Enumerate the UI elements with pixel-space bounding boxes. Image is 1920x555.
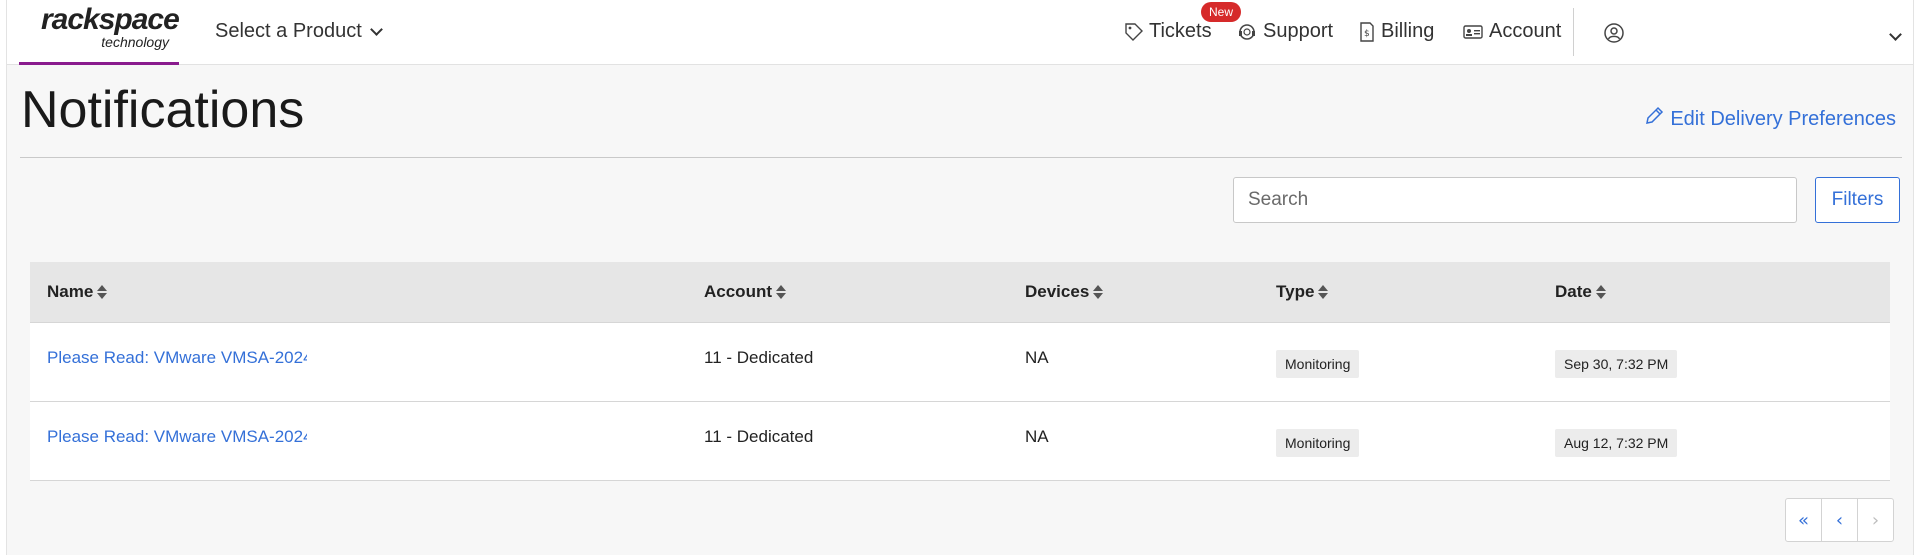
sort-icon	[1595, 284, 1606, 300]
sort-icon	[1318, 284, 1329, 300]
table-header-row: Name Account Devices Type Date	[30, 262, 1890, 323]
sort-icon	[97, 284, 108, 300]
column-header-devices[interactable]: Devices	[1008, 262, 1259, 323]
edit-delivery-preferences-link[interactable]: Edit Delivery Preferences	[1644, 106, 1896, 132]
headset-icon	[1237, 22, 1257, 42]
notification-name-link[interactable]: Please Read: VMware VMSA-2024	[47, 348, 307, 368]
account-cell: 11 - Dedicated	[704, 347, 814, 367]
nav-support[interactable]: Support	[1237, 20, 1333, 43]
nav-support-label: Support	[1263, 20, 1334, 42]
top-nav: rackspace technology Select a Product Ne…	[7, 0, 1913, 65]
column-header-account[interactable]: Account	[687, 262, 1008, 323]
nav-account-label: Account	[1489, 20, 1562, 42]
table-row: Please Read: VMware VMSA-2024 11 - Dedic…	[30, 322, 1890, 402]
nav-billing[interactable]: $ Billing	[1359, 20, 1434, 43]
user-menu-chevron-icon[interactable]	[1889, 26, 1902, 44]
logo-wordmark: rackspace	[41, 3, 180, 36]
ticket-icon	[1125, 22, 1143, 41]
new-badge: New	[1201, 2, 1242, 22]
divider	[20, 157, 1902, 158]
notification-name-link[interactable]: Please Read: VMware VMSA-2024	[47, 427, 307, 447]
nav-tickets-label: Tickets	[1149, 20, 1212, 42]
devices-cell: NA	[1025, 426, 1049, 446]
nav-billing-label: Billing	[1381, 20, 1435, 42]
pencil-icon	[1644, 106, 1664, 132]
nav-account[interactable]: Account	[1463, 20, 1561, 43]
table-row: Please Read: VMware VMSA-2024 11 - Dedic…	[30, 401, 1890, 481]
id-card-icon	[1463, 24, 1483, 40]
nav-divider	[1573, 8, 1574, 56]
logo-subtitle: technology	[101, 34, 169, 50]
account-cell: 11 - Dedicated	[704, 426, 814, 446]
column-header-date[interactable]: Date	[1538, 262, 1890, 323]
rackspace-logo[interactable]: rackspace technology	[19, 0, 180, 65]
product-select-dropdown[interactable]: Select a Product	[215, 20, 383, 43]
previous-page-button[interactable]: ‹	[1821, 498, 1858, 542]
devices-cell: NA	[1025, 347, 1049, 367]
filters-button[interactable]: Filters	[1815, 177, 1900, 223]
pagination: « ‹ ›	[1785, 498, 1894, 542]
invoice-icon: $	[1359, 21, 1375, 42]
edit-delivery-preferences-label: Edit Delivery Preferences	[1670, 107, 1896, 130]
svg-text:$: $	[1364, 29, 1370, 39]
type-tag: Monitoring	[1276, 428, 1360, 457]
sort-icon	[776, 284, 786, 300]
first-page-button[interactable]: «	[1785, 498, 1822, 542]
product-select-label: Select a Product	[215, 20, 362, 42]
column-header-type[interactable]: Type	[1259, 262, 1538, 323]
app-window: rackspace technology Select a Product Ne…	[6, 0, 1914, 555]
page-title: Notifications	[21, 81, 305, 139]
type-tag: Monitoring	[1276, 349, 1360, 378]
next-page-button[interactable]: ›	[1857, 498, 1894, 542]
user-avatar-icon[interactable]	[1603, 22, 1625, 49]
search-input[interactable]	[1233, 177, 1797, 223]
date-tag: Sep 30, 7:32 PM	[1555, 349, 1678, 378]
sort-icon	[1093, 284, 1104, 300]
nav-tickets[interactable]: Tickets	[1125, 20, 1212, 43]
date-tag: Aug 12, 7:32 PM	[1555, 428, 1678, 457]
chevron-down-icon	[369, 22, 383, 36]
column-header-name[interactable]: Name	[30, 262, 687, 323]
notifications-table: Name Account Devices Type Date Please Re…	[30, 262, 1890, 481]
